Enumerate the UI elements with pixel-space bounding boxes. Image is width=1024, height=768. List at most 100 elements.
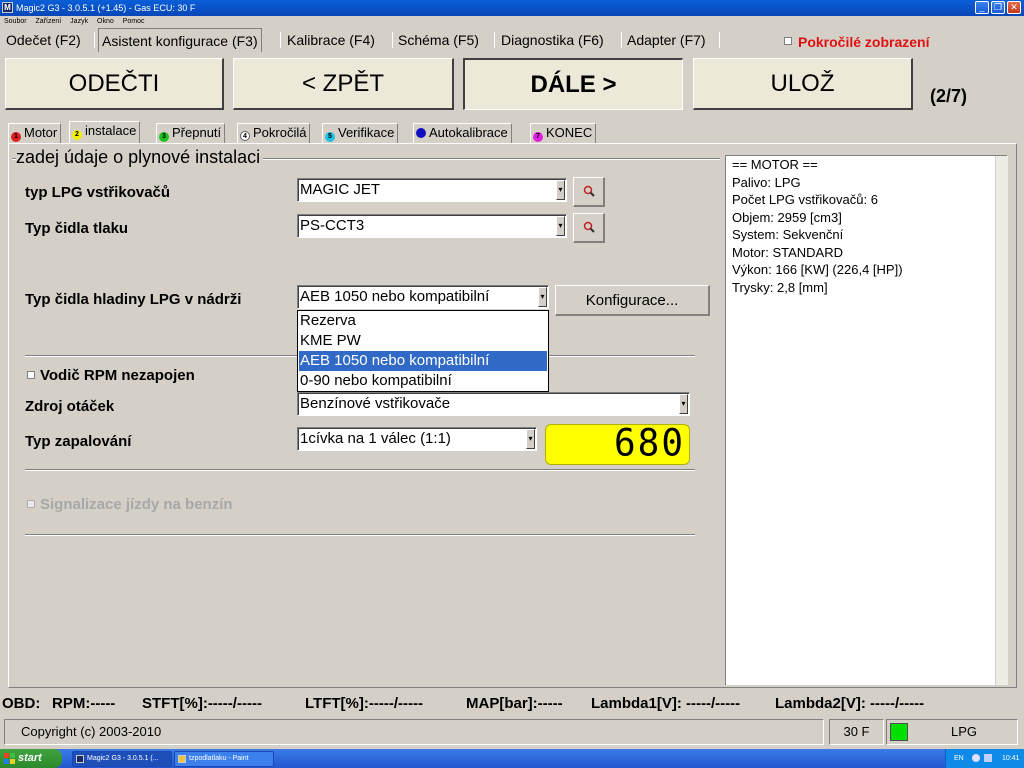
ignition-type-value: 1cívka na 1 válec (1:1) [300, 430, 451, 447]
configure-button[interactable]: Konfigurace... [555, 285, 710, 316]
app-icon[interactable]: M [2, 2, 13, 13]
pressure-sensor-search-button[interactable] [573, 213, 605, 243]
info-line: == MOTOR == [732, 157, 818, 172]
dropdown-option[interactable]: 0-90 nebo kompatibilní [299, 371, 547, 391]
title-bar[interactable]: M Magic2 G3 - 3.0.5.1 (+1.45) - Gas ECU:… [0, 0, 1024, 16]
chevron-down-icon[interactable]: ▾ [556, 180, 565, 200]
magnifier-icon [583, 221, 595, 233]
wizard-tab-verification[interactable]: 5 Verifikace [322, 123, 399, 143]
wizard-tab-autocalibration[interactable]: Autokalibrace [413, 123, 512, 143]
read-button[interactable]: ODEČTI [5, 58, 224, 110]
restore-button[interactable]: ❐ [991, 1, 1005, 14]
injector-type-label: typ LPG vstřikovačů [25, 184, 171, 201]
step-7-icon: 7 [533, 132, 543, 142]
chevron-down-icon[interactable]: ▾ [526, 429, 535, 449]
wizard-tab-motor[interactable]: 1 Motor [8, 123, 62, 143]
menu-window[interactable]: Okno [97, 18, 114, 25]
step-2-icon: 2 [72, 130, 82, 140]
dropdown-option-selected[interactable]: AEB 1050 nebo kompatibilní [299, 351, 547, 371]
magnifier-icon [583, 185, 595, 197]
next-button[interactable]: DÁLE > [463, 58, 683, 110]
save-button[interactable]: ULOŽ [693, 58, 913, 110]
obd-rpm: RPM:----- [52, 695, 116, 712]
level-sensor-dropdown: Rezerva KME PW AEB 1050 nebo kompatibiln… [297, 310, 549, 392]
tab-separator [719, 32, 720, 48]
engine-info-box[interactable]: == MOTOR == Palivo: LPG Počet LPG vstřik… [725, 155, 1007, 685]
step-1-icon: 1 [11, 132, 21, 142]
tab-config-assistant[interactable]: Asistent konfigurace (F3) [98, 28, 262, 52]
tab-calibration[interactable]: Kalibrace (F4) [284, 29, 378, 51]
fuel-indicator-icon [890, 723, 908, 741]
advanced-view-checkbox[interactable] [784, 37, 792, 45]
step-6-icon [416, 128, 426, 138]
tab-separator [621, 32, 622, 48]
chevron-down-icon[interactable]: ▾ [556, 216, 565, 236]
obd-lambda2: Lambda2[V]: -----/----- [775, 695, 925, 712]
tab-separator [280, 32, 281, 48]
level-sensor-label: Typ čidla hladiny LPG v nádrži [25, 291, 242, 308]
rpm-source-value: Benzínové vstřikovače [300, 395, 451, 412]
taskbar-item-label: tzpodlatlaku - Paint [189, 755, 249, 762]
tab-separator [392, 32, 393, 48]
pressure-sensor-select[interactable]: PS-CCT3 ▾ [297, 214, 567, 238]
dropdown-option[interactable]: KME PW [299, 331, 547, 351]
step-counter: (2/7) [930, 86, 968, 106]
app-icon [76, 755, 84, 763]
step-5-icon: 5 [325, 132, 335, 142]
wizard-tab-label: KONEC [546, 125, 593, 140]
taskbar-item-paint[interactable]: tzpodlatlaku - Paint [174, 751, 274, 767]
injector-search-button[interactable] [573, 177, 605, 207]
wizard-tab-installation[interactable]: 2 instalace [69, 121, 141, 143]
windows-logo-icon [4, 753, 15, 764]
menu-device[interactable]: Zařízení [36, 18, 62, 25]
info-line: Výkon: 166 [KW] (226,4 [HP]) [732, 262, 903, 277]
level-sensor-select[interactable]: AEB 1050 nebo kompatibilní ▾ [297, 285, 549, 309]
chevron-down-icon[interactable]: ▾ [679, 394, 688, 414]
petrol-signal-label[interactable]: Signalizace jízdy na benzín [40, 496, 233, 513]
wizard-tab-switch[interactable]: 3 Přepnutí [156, 123, 226, 143]
tab-read[interactable]: Odečet (F2) [3, 29, 84, 51]
chevron-down-icon[interactable]: ▾ [538, 287, 547, 307]
tab-adapter[interactable]: Adapter (F7) [624, 29, 709, 51]
tab-schema[interactable]: Schéma (F5) [395, 29, 482, 51]
menu-help[interactable]: Pomoc [123, 18, 145, 25]
info-scrollbar[interactable] [995, 156, 1008, 685]
window-title: Magic2 G3 - 3.0.5.1 (+1.45) - Gas ECU: 3… [16, 3, 196, 13]
ignition-type-select[interactable]: 1cívka na 1 válec (1:1) ▾ [297, 427, 537, 451]
taskbar-item-magic2[interactable]: Magic2 G3 - 3.0.5.1 (... [72, 751, 172, 767]
tab-separator [494, 32, 495, 48]
obd-map: MAP[bar]:----- [466, 695, 563, 712]
divider [25, 534, 695, 536]
rpm-wire-checkbox[interactable] [27, 371, 35, 379]
back-button[interactable]: < ZPĚT [233, 58, 454, 110]
network-icon[interactable] [972, 754, 980, 762]
rpm-source-select[interactable]: Benzínové vstřikovače ▾ [297, 392, 690, 416]
menu-language[interactable]: Jazyk [70, 18, 88, 25]
menu-file[interactable]: Soubor [4, 18, 27, 25]
injector-type-select[interactable]: MAGIC JET ▾ [297, 178, 567, 202]
paint-icon [178, 755, 186, 763]
injector-type-value: MAGIC JET [300, 181, 381, 198]
wizard-tab-end[interactable]: 7 KONEC [530, 123, 597, 143]
system-tray: EN 10:41 [945, 749, 1024, 768]
rpm-wire-label[interactable]: Vodič RPM nezapojen [40, 367, 195, 384]
status-bar: Copyright (c) 2003-2010 30 F LPG [0, 719, 1024, 745]
obd-prefix: OBD: [2, 695, 41, 712]
volume-icon[interactable] [984, 754, 992, 762]
advanced-view-label[interactable]: Pokročilé zobrazení [798, 34, 929, 50]
tab-diagnostics[interactable]: Diagnostika (F6) [498, 29, 607, 51]
info-line: System: Sekvenční [732, 227, 844, 242]
clock[interactable]: 10:41 [1002, 749, 1020, 768]
dropdown-option[interactable]: Rezerva [299, 311, 547, 331]
obd-ltft: LTFT[%]:-----/----- [305, 695, 423, 712]
wizard-tab-advanced[interactable]: 4 Pokročilá [237, 123, 311, 143]
info-line: Palivo: LPG [732, 175, 801, 190]
obd-stft: STFT[%]:-----/----- [142, 695, 262, 712]
wizard-tab-label: Pokročilá [253, 125, 307, 140]
wizard-tab-label: instalace [85, 123, 137, 138]
petrol-signal-checkbox[interactable] [27, 500, 35, 508]
language-indicator[interactable]: EN [954, 749, 964, 768]
level-sensor-value: AEB 1050 nebo kompatibilní [300, 288, 490, 305]
close-button[interactable]: ✕ [1007, 1, 1021, 14]
minimize-button[interactable]: _ [975, 1, 989, 14]
